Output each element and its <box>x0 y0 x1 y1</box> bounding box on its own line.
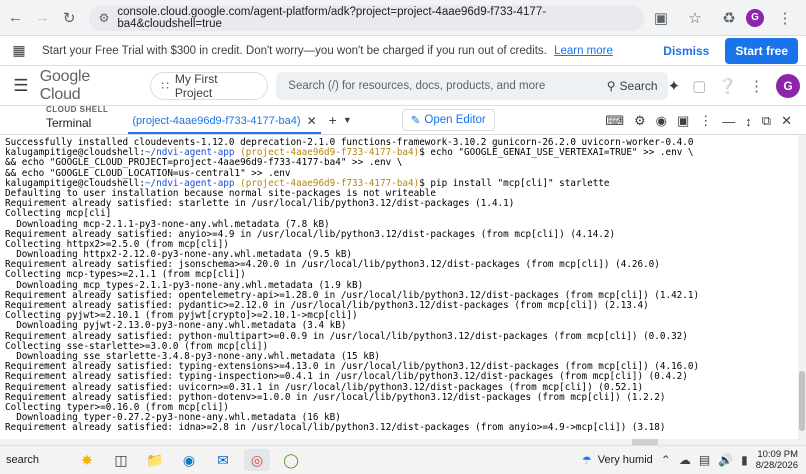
learn-more-link[interactable]: Learn more <box>554 45 613 57</box>
minimize-icon[interactable]: — <box>722 114 735 129</box>
account-avatar[interactable]: G <box>776 73 801 98</box>
windows-taskbar: search ✸ ◫ 📁 ◉ ✉ ◎ ◯ ☂ Very humid ⌃ ☁ ▤ … <box>0 445 806 474</box>
address-bar[interactable]: ⚙ console.cloud.google.com/agent-platfor… <box>88 4 645 31</box>
banner-message: Start your Free Trial with $300 in credi… <box>42 44 613 57</box>
start-free-button[interactable]: Start free <box>725 37 798 64</box>
keyboard-icon[interactable]: ⌨ <box>605 113 624 129</box>
forward-arrow-icon[interactable]: → <box>31 5 54 31</box>
terminal-line: Requirement already satisfied: idna>=2.8… <box>5 422 666 434</box>
cloud-shell-icon[interactable]: ▢ <box>692 77 706 95</box>
settings-gear-icon[interactable]: ⚙ <box>634 113 646 129</box>
close-shell-icon[interactable]: ✕ <box>781 113 792 129</box>
gemini-sparkle-icon[interactable]: ✦ <box>668 77 681 95</box>
clock-date: 8/28/2026 <box>755 460 798 471</box>
cast-icon[interactable]: ▣ <box>648 5 674 31</box>
dismiss-button[interactable]: Dismiss <box>663 44 709 58</box>
terminal-output[interactable]: Successfully installed cloudevents-1.12.… <box>0 135 798 439</box>
outlook-icon[interactable]: ✉ <box>210 449 236 471</box>
edge-icon[interactable]: ◉ <box>176 449 202 471</box>
terminal-scrollbar[interactable] <box>798 135 806 439</box>
chrome-icon[interactable]: ◎ <box>244 449 270 471</box>
search-button-label: Search <box>619 78 658 93</box>
console-header: ☰ Google Cloud ∷ My First Project Search… <box>0 66 806 106</box>
weather-widget[interactable]: ☂ Very humid <box>582 454 653 467</box>
settings-menu-icon[interactable]: ⋮ <box>749 77 764 95</box>
gift-icon: ▦ <box>12 42 26 58</box>
more-options-icon[interactable]: ⋮ <box>699 113 712 129</box>
battery-icon[interactable]: ▮ <box>741 453 748 467</box>
open-editor-label: Open Editor <box>424 114 486 126</box>
browser-toolbar: ← → ↻ ⚙ console.cloud.google.com/agent-p… <box>0 0 806 36</box>
project-name: My First Project <box>174 71 218 100</box>
copilot-icon[interactable]: ✸ <box>74 449 100 471</box>
taskbar-search[interactable]: search <box>6 454 66 466</box>
qgis-icon[interactable]: ◯ <box>278 449 304 471</box>
maximize-icon[interactable]: ↕ <box>745 114 752 129</box>
google-cloud-logo[interactable]: Google Cloud <box>40 68 135 104</box>
web-preview-icon[interactable]: ◉ <box>656 113 667 129</box>
cloud-shell-label: CLOUD SHELL <box>46 105 109 114</box>
free-trial-banner: ▦ Start your Free Trial with $300 in cre… <box>0 36 806 66</box>
search-icon: ⚲ <box>606 78 616 93</box>
bookmark-star-icon[interactable]: ☆ <box>682 5 708 31</box>
browser-menu-icon[interactable]: ⋮ <box>772 5 798 31</box>
clock-time: 10:09 PM <box>757 449 798 460</box>
terminal-line: Requirement already satisfied: typing-in… <box>5 371 688 383</box>
open-editor-button[interactable]: ✎ Open Editor <box>401 109 495 131</box>
scrollbar-thumb[interactable] <box>799 371 805 431</box>
plus-icon: + <box>328 112 337 128</box>
search-button[interactable]: ⚲ Search <box>607 79 658 93</box>
open-new-window-icon[interactable]: ⧉ <box>762 113 771 129</box>
terminal-line: Collecting mcp[cli] <box>5 208 112 220</box>
extensions-icon[interactable]: ♻ <box>716 5 742 31</box>
browser-profile-avatar[interactable]: G <box>746 8 765 27</box>
chevron-down-icon: ▼ <box>342 115 352 125</box>
clock[interactable]: 10:09 PM 8/28/2026 <box>756 449 798 471</box>
tab-label: (project-4aae96d9-f733-4177-ba4) <box>132 115 301 127</box>
search-placeholder: Search (/) for resources, docs, products… <box>288 79 546 92</box>
pencil-icon: ✎ <box>410 115 421 127</box>
url-text: console.cloud.google.com/agent-platform/… <box>117 5 547 30</box>
close-tab-icon[interactable]: ✕ <box>307 114 317 128</box>
volume-icon[interactable]: 🔊 <box>718 453 733 467</box>
rain-icon: ☂ <box>581 454 592 467</box>
system-tray: ⌃ ☁ ▤ 🔊 ▮ <box>661 453 748 467</box>
file-explorer-icon[interactable]: 📁 <box>142 449 168 471</box>
tray-chevron-up-icon[interactable]: ⌃ <box>661 453 671 467</box>
terminal-line: Requirement already satisfied: starlette… <box>5 198 515 210</box>
project-picker[interactable]: ∷ My First Project <box>150 71 269 100</box>
cloud-shell-toolbar: CLOUD SHELL Terminal (project-4aae96d9-f… <box>0 105 806 135</box>
search-input[interactable]: Search (/) for resources, docs, products… <box>276 71 668 100</box>
task-view-icon[interactable]: ◫ <box>108 449 134 471</box>
onedrive-cloud-icon[interactable]: ☁ <box>679 453 691 467</box>
project-dots-icon: ∷ <box>161 78 169 93</box>
weather-text: Very humid <box>597 454 653 466</box>
main-menu-icon[interactable]: ☰ <box>6 76 36 96</box>
site-info-icon[interactable]: ⚙ <box>99 11 110 25</box>
help-icon[interactable]: ❔ <box>718 77 737 95</box>
layout-icon[interactable]: ▣ <box>677 113 689 129</box>
tab-project-session[interactable]: (project-4aae96d9-f733-4177-ba4) ✕ <box>128 110 321 134</box>
cloud-shell-title: CLOUD SHELL Terminal <box>46 105 108 134</box>
reload-icon[interactable]: ↻ <box>58 5 81 31</box>
back-arrow-icon[interactable]: ← <box>4 5 27 31</box>
terminal-label: Terminal <box>46 116 92 130</box>
network-icon[interactable]: ▤ <box>699 453 710 467</box>
add-tab-button[interactable]: + ▼ <box>329 112 352 134</box>
